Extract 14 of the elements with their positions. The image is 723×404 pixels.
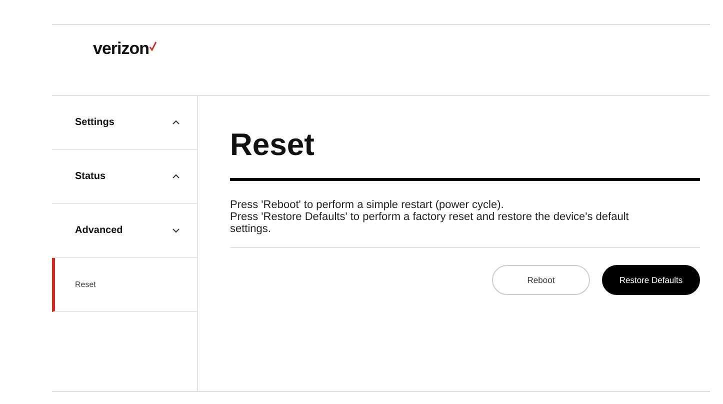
sidebar-item[interactable]: Settings — [52, 96, 197, 150]
sidebar-item[interactable]: Status — [52, 150, 197, 204]
chevron-icon — [172, 174, 180, 179]
sidebar-subitem[interactable]: Reset — [52, 258, 197, 312]
checkmark-icon — [149, 41, 158, 51]
restore-defaults-button[interactable]: Restore Defaults — [602, 265, 700, 296]
description-text: Press 'Reboot' to perform a simple restart (power cycle). — [230, 199, 505, 212]
description-text: Press 'Restore Defaults' to perform a factory reset and restore the device's default settings. — [230, 211, 630, 236]
chevron-icon — [172, 120, 180, 125]
reboot-button[interactable]: Reboot — [492, 265, 590, 296]
page-title: Reset — [230, 126, 316, 164]
logo-text: verizon — [93, 39, 150, 59]
sidebar-item[interactable]: Advanced — [52, 204, 197, 258]
chevron-icon — [172, 228, 180, 233]
